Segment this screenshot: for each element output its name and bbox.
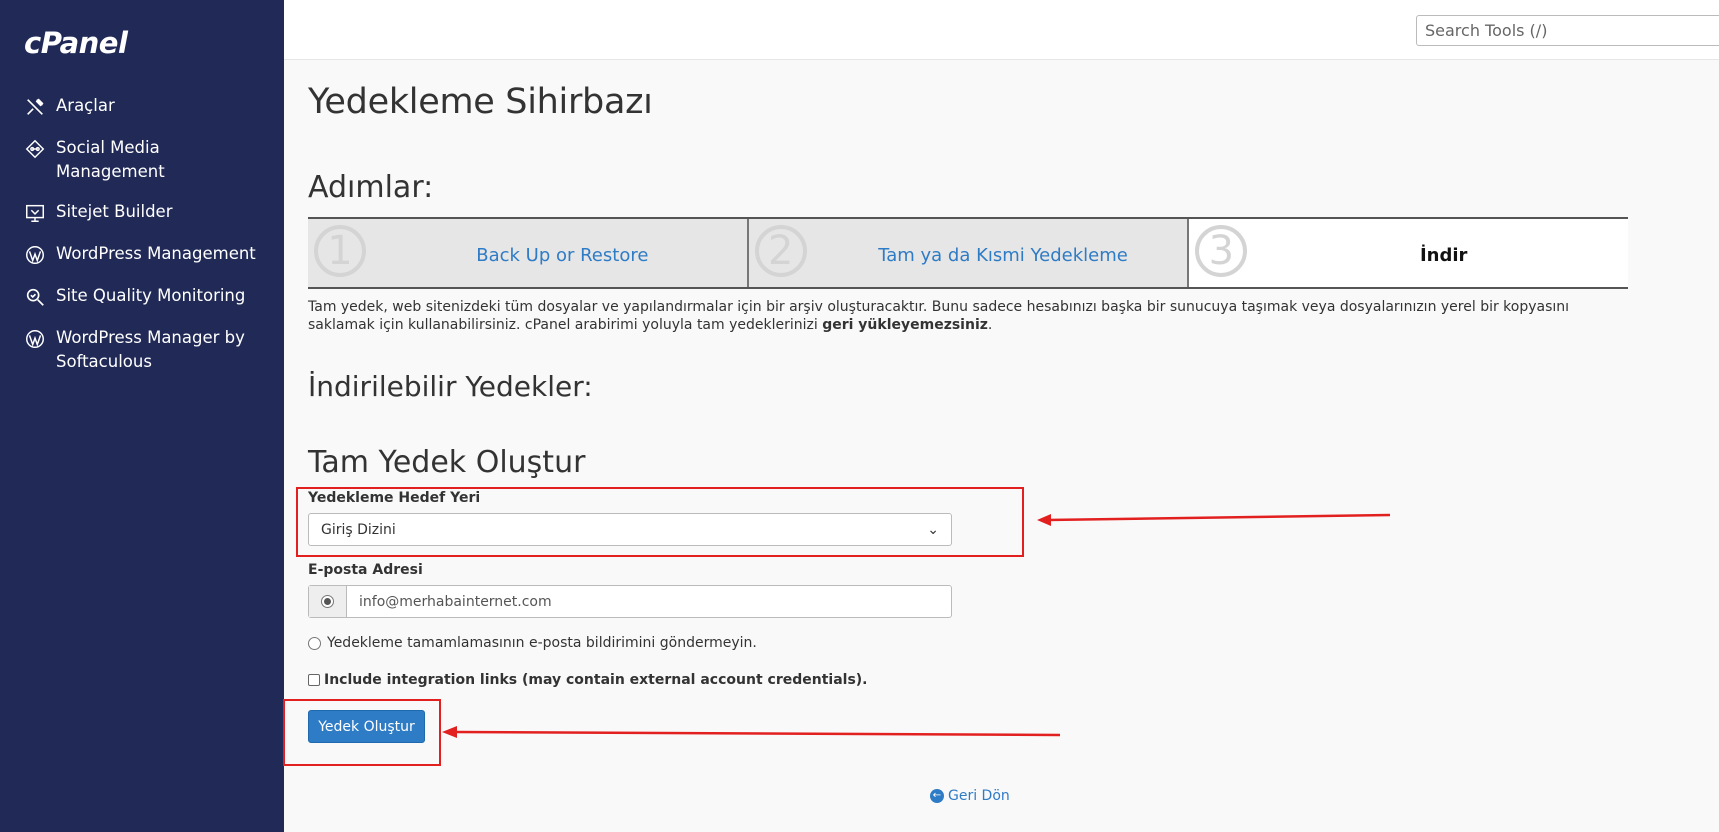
downloadable-backups-heading: İndirilebilir Yedekler: [308,370,593,403]
sidebar-item-sitejet[interactable]: Sitejet Builder [22,200,282,226]
email-radio-addon [309,586,347,617]
sidebar-item-site-quality[interactable]: Site Quality Monitoring [22,284,282,310]
top-bar [284,0,1719,60]
annotation-arrow-destination [1037,513,1391,526]
no-email-option[interactable]: Yedekleme tamamlamasının e-posta bildiri… [308,635,757,651]
sidebar: cPanel Araçlar Social Media Management S… [0,0,284,832]
page-title: Yedekleme Sihirbazı [308,82,653,122]
step-number: 2 [754,225,807,277]
integration-option[interactable]: Include integration links (may contain e… [308,672,868,688]
search-input[interactable] [1416,15,1719,46]
sidebar-item-social-media[interactable]: Social Media Management [22,136,282,184]
sidebar-item-label: WordPress Management [56,244,256,263]
step-link[interactable]: Back Up or Restore [406,241,648,266]
go-back-link[interactable]: ← Geri Dön [930,788,1010,804]
highlight-box-button [283,699,441,766]
integration-label: Include integration links (may contain e… [324,672,868,688]
description: Tam yedek, web sitenizdeki tüm dosyalar … [308,298,1628,334]
wordpress-icon [22,242,48,268]
sidebar-item-label: Social Media Management [56,138,165,181]
step-link[interactable]: Tam ya da Kısmi Yedekleme [808,241,1128,266]
annotation-arrow-button [442,726,1061,738]
no-email-label: Yedekleme tamamlamasının e-posta bildiri… [327,635,757,651]
sidebar-item-softaculous[interactable]: WordPress Manager by Softaculous [22,326,282,374]
wizard-step-2[interactable]: 2 Tam ya da Kısmi Yedekleme [748,219,1190,287]
arrow-left-icon: ← [930,789,944,803]
email-label: E-posta Adresi [308,562,423,578]
wizard-step-1[interactable]: 1 Back Up or Restore [308,219,749,287]
steps-heading: Adımlar: [308,170,434,205]
sidebar-item-wordpress-management[interactable]: WordPress Management [22,242,282,268]
go-back-label: Geri Dön [948,788,1010,804]
no-email-radio[interactable] [308,636,321,650]
full-backup-heading: Tam Yedek Oluştur [308,445,586,480]
sidebar-item-label: Araçlar [56,96,115,115]
integration-checkbox[interactable] [308,674,320,686]
magnifier-icon [22,284,48,310]
wizard-steps: 1 Back Up or Restore 2 Tam ya da Kısmi Y… [308,217,1629,289]
sidebar-item-label: WordPress Manager by Softaculous [56,328,245,371]
tools-icon [22,94,48,120]
description-bold: geri yükleyemezsiniz [822,317,988,333]
wizard-step-3: 3 İndir [1189,219,1629,287]
sidebar-item-tools[interactable]: Araçlar [22,94,282,120]
email-field: info@merhabainternet.com [308,585,952,618]
cpanel-logo[interactable]: cPanel [24,26,128,60]
step-number: 1 [314,225,366,277]
email-radio[interactable] [321,595,334,608]
email-input[interactable]: info@merhabainternet.com [347,586,951,617]
sidebar-item-label: Site Quality Monitoring [56,286,246,305]
sidebar-nav: Araçlar Social Media Management Sitejet … [22,94,282,390]
step-current-label: İndir [1419,244,1468,266]
highlight-box-destination [296,487,1024,557]
sidebar-item-label: Sitejet Builder [56,202,173,221]
description-end: . [987,317,993,333]
sitejet-icon [22,200,48,226]
social-media-icon [22,136,48,162]
wordpress-icon [22,326,48,352]
step-number: 3 [1195,225,1248,277]
